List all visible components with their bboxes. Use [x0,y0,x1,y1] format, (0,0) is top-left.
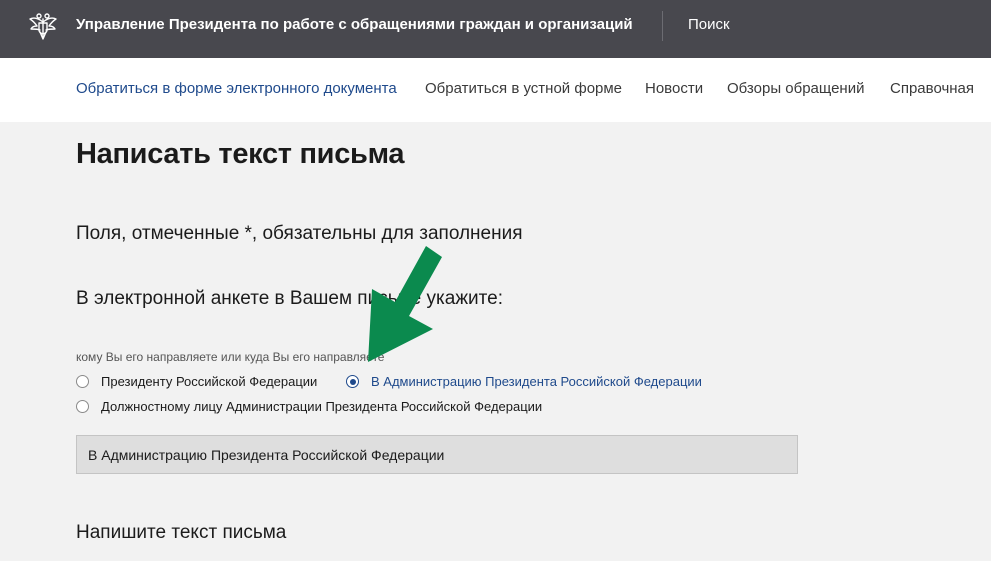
radio-option-label: Должностному лицу Администрации Президен… [101,399,543,414]
search-link[interactable]: Поиск [688,16,730,33]
nav-item-reference[interactable]: Справочная [890,80,974,97]
top-header: Управление Президента по работе с обраще… [0,0,991,58]
radio-option-official[interactable]: Должностному лицу Администрации Президен… [76,399,542,414]
header-divider [662,11,663,41]
required-fields-note: Поля, отмеченные *, обязательны для запо… [76,223,523,244]
page-title: Написать текст письма [76,138,405,170]
recipient-select-field[interactable]: В Администрацию Президента Российской Фе… [76,435,798,474]
nav-item-electronic-document[interactable]: Обратиться в форме электронного документ… [76,80,397,97]
main-nav: Обратиться в форме электронного документ… [0,58,991,122]
letter-text-heading: Напишите текст письма [76,522,287,543]
radio-button[interactable] [76,375,89,388]
radio-option-president[interactable]: Президенту Российской Федерации [76,374,317,389]
nav-item-reviews[interactable]: Обзоры обращений [727,80,864,97]
site-title[interactable]: Управление Президента по работе с обраще… [76,16,633,33]
double-headed-eagle-icon[interactable] [26,10,60,44]
recipient-field-label: кому Вы его направляете или куда Вы его … [76,350,385,364]
radio-option-label: В Администрацию Президента Российской Фе… [371,374,702,389]
radio-button-checked[interactable] [346,375,359,388]
nav-item-oral-form[interactable]: Обратиться в устной форме [425,80,622,97]
form-instruction: В электронной анкете в Вашем письме укаж… [76,288,503,309]
radio-option-administration[interactable]: В Администрацию Президента Российской Фе… [346,374,702,389]
nav-item-news[interactable]: Новости [645,80,703,97]
radio-button[interactable] [76,400,89,413]
radio-option-label: Президенту Российской Федерации [101,374,318,389]
